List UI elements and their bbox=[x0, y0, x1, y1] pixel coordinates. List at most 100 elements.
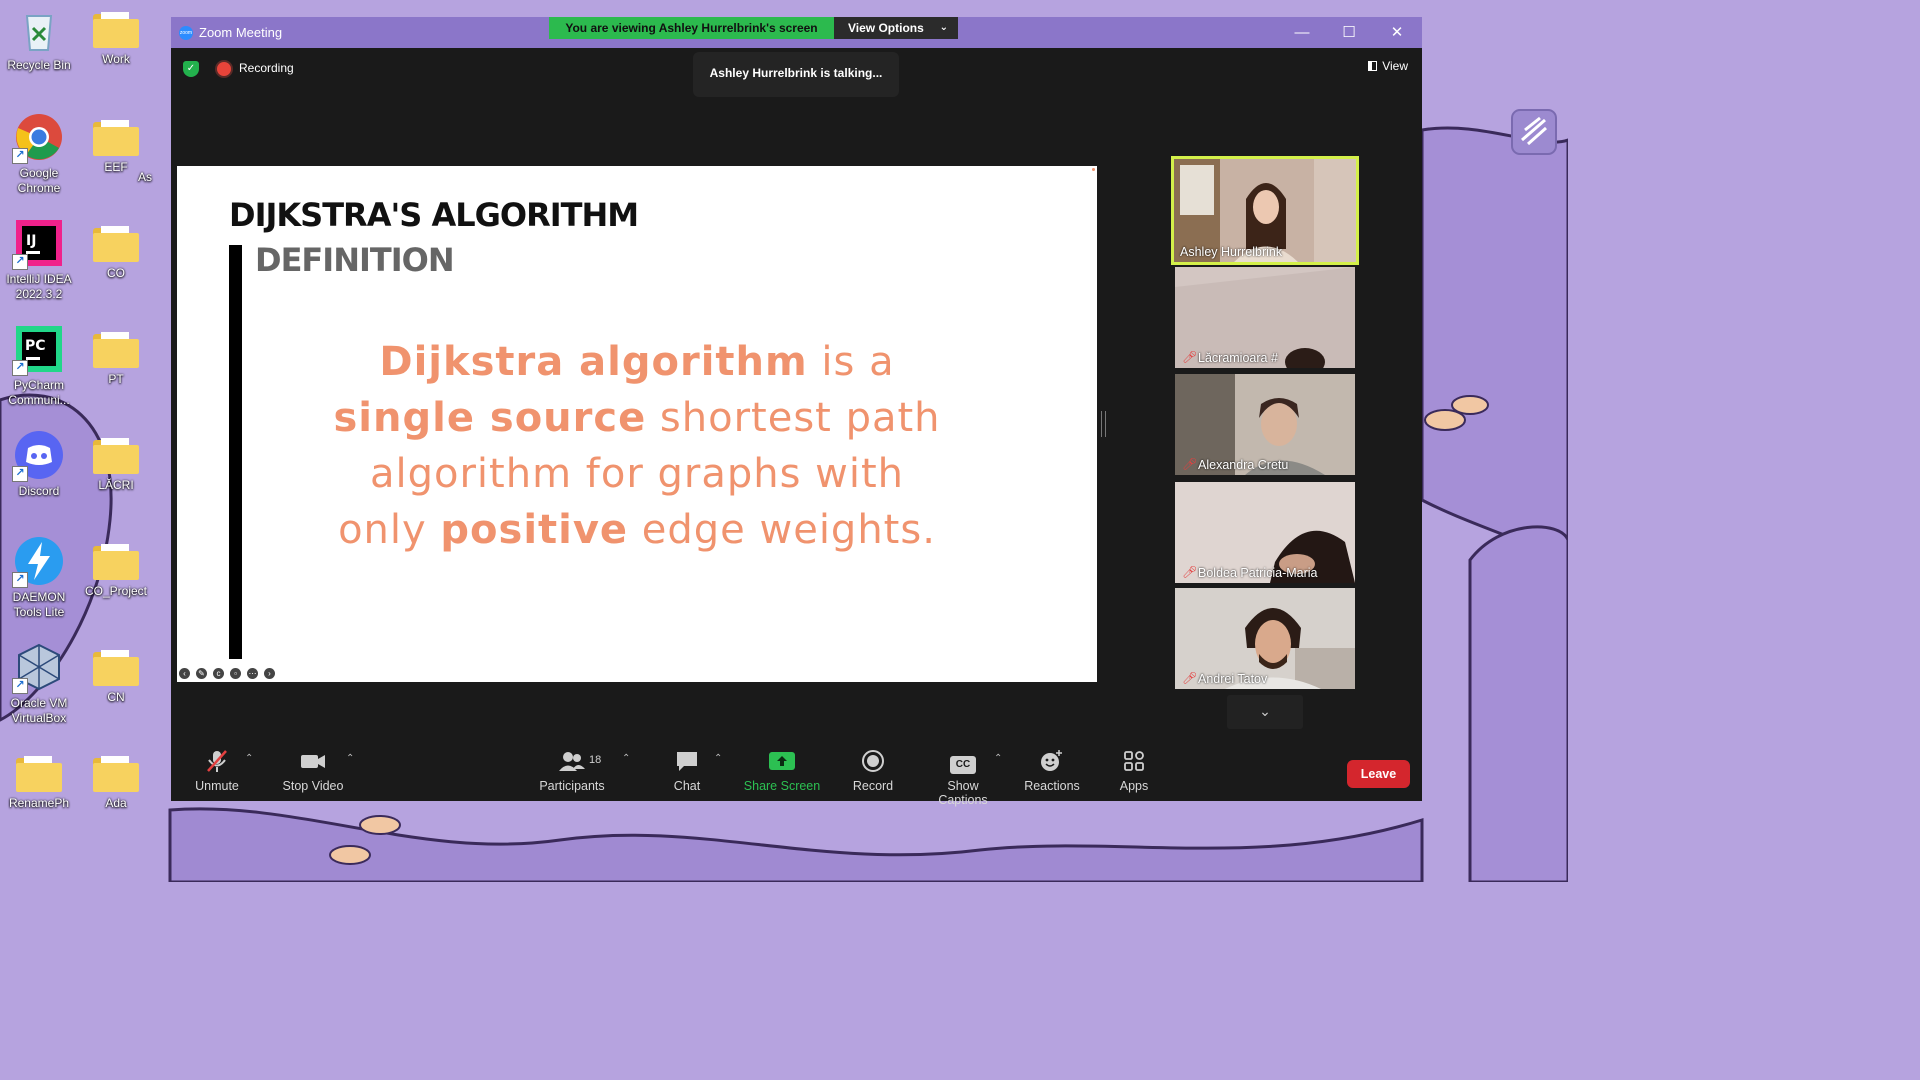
stop-video-button[interactable]: Stop Video bbox=[281, 749, 345, 793]
shortcut-arrow-icon: ↗ bbox=[12, 254, 28, 270]
desktop-icon-daemon-tools[interactable]: ↗ DAEMON Tools Lite bbox=[0, 536, 78, 620]
slide-emphasis: Dijkstra algorithm bbox=[379, 339, 808, 385]
chat-bubble-icon bbox=[667, 749, 707, 773]
video-off-icon[interactable]: ▫ bbox=[230, 668, 241, 679]
desktop-icon-label: Work bbox=[102, 52, 130, 66]
security-shield-icon[interactable]: ✓ bbox=[183, 61, 199, 77]
desktop-icon-pt[interactable]: PT bbox=[77, 324, 155, 387]
record-button[interactable]: Record bbox=[847, 749, 899, 793]
view-options-button[interactable]: View Options ⌄ bbox=[834, 17, 958, 39]
record-icon bbox=[847, 749, 899, 773]
desktop-icon-co[interactable]: CO bbox=[77, 218, 155, 281]
reactions-button[interactable]: Reactions bbox=[1023, 749, 1081, 793]
leave-button[interactable]: Leave bbox=[1347, 760, 1410, 788]
desktop-icon-label: PyCharm Communi... bbox=[8, 378, 70, 407]
shortcut-arrow-icon: ↗ bbox=[12, 466, 28, 482]
slide-marker bbox=[1092, 168, 1095, 171]
more-participants-chevron-down-icon[interactable]: ⌄ bbox=[1227, 695, 1303, 729]
folder-icon bbox=[93, 544, 139, 580]
desktop-icon-recycle-bin[interactable]: Recycle Bin bbox=[0, 4, 78, 73]
participant-name: Andrei Tatov bbox=[1198, 672, 1268, 686]
close-button[interactable]: ✕ bbox=[1387, 23, 1407, 43]
svg-text:IJ: IJ bbox=[26, 233, 36, 249]
screen-share-banner: You are viewing Ashley Hurrelbrink's scr… bbox=[549, 17, 958, 39]
mic-muted-icon: 🎤︎ bbox=[1182, 457, 1198, 471]
recycle-bin-icon bbox=[14, 4, 64, 54]
slide-emphasis: positive bbox=[440, 507, 629, 553]
shortcut-arrow-icon: ↗ bbox=[12, 360, 28, 376]
participants-button[interactable]: 18 Participants bbox=[537, 749, 607, 793]
folder-icon bbox=[93, 226, 139, 262]
participant-tile[interactable]: 🎤︎ Alexandra Cretu bbox=[1175, 374, 1355, 475]
slide-line-3: algorithm for graphs with bbox=[370, 451, 904, 497]
desktop-icon-label: RenamePh bbox=[8, 796, 70, 810]
desktop-icon-pycharm[interactable]: PC ↗ PyCharm Communi... bbox=[0, 324, 78, 408]
caret-up-icon: ⌃ bbox=[346, 753, 355, 764]
more-icon[interactable]: ⋯ bbox=[247, 668, 258, 679]
folder-icon bbox=[93, 332, 139, 368]
view-button[interactable]: View bbox=[1368, 59, 1408, 73]
folder-icon bbox=[93, 438, 139, 474]
desktop-icon-label: CO bbox=[107, 266, 125, 280]
cc-text: CC bbox=[950, 756, 976, 774]
desktop-icon-intellij[interactable]: IJ ↗ IntelliJ IDEA 2022.3.2 bbox=[0, 218, 78, 302]
participant-name: Lăcramioara # bbox=[1198, 351, 1278, 365]
slide-accent-bar bbox=[229, 245, 242, 659]
desktop-icon-co-project[interactable]: CO_Project bbox=[77, 536, 155, 599]
desktop-icon-label: IntelliJ IDEA 2022.3.2 bbox=[6, 272, 72, 301]
unmute-label: Unmute bbox=[195, 779, 239, 793]
share-screen-button[interactable]: Share Screen bbox=[741, 749, 823, 793]
participant-tile[interactable]: 🎤︎ Andrei Tatov bbox=[1175, 588, 1355, 689]
participant-name: Boldea Patricia-Maria bbox=[1198, 566, 1318, 580]
previous-slide-icon[interactable]: ‹ bbox=[179, 668, 190, 679]
desktop-icon-lacri[interactable]: LĂCRI bbox=[77, 430, 155, 493]
folder-icon bbox=[93, 120, 139, 156]
share-screen-icon bbox=[741, 749, 823, 773]
participant-tile[interactable]: 🎤︎ Boldea Patricia-Maria bbox=[1175, 482, 1355, 583]
desktop-icon-virtualbox[interactable]: ↗ Oracle VM VirtualBox bbox=[0, 642, 78, 726]
slide-title: DIJKSTRA'S ALGORITHM bbox=[229, 196, 639, 234]
caret-up-icon: ⌃ bbox=[714, 753, 723, 764]
share-screen-label: Share Screen bbox=[743, 779, 821, 793]
daemon-tools-icon: ↗ bbox=[12, 536, 64, 588]
desktop-icon-cn[interactable]: CN bbox=[77, 642, 155, 705]
captions-icon[interactable]: c bbox=[213, 668, 224, 679]
chat-button[interactable]: Chat bbox=[667, 749, 707, 793]
microphone-muted-icon bbox=[191, 749, 243, 773]
pen-icon[interactable]: ✎ bbox=[196, 668, 207, 679]
apps-label: Apps bbox=[1119, 779, 1149, 793]
desktop-icon-label: Discord bbox=[18, 484, 60, 498]
mic-muted-icon: 🎤︎ bbox=[1182, 350, 1198, 364]
zoom-meeting-window: zoom Zoom Meeting — ☐ ✕ You are viewing … bbox=[171, 17, 1422, 807]
participant-tile-active-speaker[interactable]: Ashley Hurrelbrink bbox=[1171, 156, 1359, 265]
smiley-add-icon bbox=[1023, 749, 1081, 773]
slide-line-1: Dijkstra algorithm is a bbox=[297, 334, 977, 390]
viewing-screen-label: You are viewing Ashley Hurrelbrink's scr… bbox=[549, 17, 834, 39]
minimize-button[interactable]: — bbox=[1292, 23, 1312, 43]
desktop-icon-renameph[interactable]: RenamePh bbox=[0, 748, 78, 811]
folder-icon bbox=[93, 12, 139, 48]
virtualbox-icon: ↗ bbox=[12, 642, 64, 694]
next-slide-icon[interactable]: › bbox=[264, 668, 275, 679]
desktop-icon-ada[interactable]: Ada bbox=[77, 748, 155, 811]
chrome-icon: ↗ bbox=[12, 112, 64, 164]
panel-resize-handle[interactable] bbox=[1101, 411, 1106, 437]
shortcut-arrow-icon: ↗ bbox=[12, 678, 28, 694]
desktop-icon-label: Recycle Bin bbox=[7, 58, 71, 72]
meeting-toolbar: Unmute ⌃ Stop Video ⌃ 18 Participants ⌃ … bbox=[171, 737, 1422, 807]
desktop-icon-work[interactable]: Work bbox=[77, 4, 155, 67]
apps-button[interactable]: Apps bbox=[1115, 749, 1153, 793]
shortcut-arrow-icon: ↗ bbox=[12, 572, 28, 588]
intellij-icon: IJ ↗ bbox=[12, 218, 64, 270]
desktop-icon-label: DAEMON Tools Lite bbox=[12, 590, 66, 619]
folder-icon bbox=[93, 756, 139, 792]
participant-tile[interactable]: 🎤︎ Lăcramioara # bbox=[1175, 267, 1355, 368]
desktop-icon-google-chrome[interactable]: ↗ Google Chrome bbox=[0, 112, 78, 196]
desktop-icon-discord[interactable]: ↗ Discord bbox=[0, 430, 78, 499]
slide-controls: ‹ ✎ c ▫ ⋯ › bbox=[179, 668, 281, 680]
recording-icon[interactable] bbox=[217, 62, 231, 76]
participant-name: Alexandra Cretu bbox=[1198, 458, 1289, 472]
unmute-button[interactable]: Unmute bbox=[191, 749, 243, 793]
maximize-button[interactable]: ☐ bbox=[1339, 23, 1359, 43]
show-captions-button[interactable]: CC Show Captions bbox=[921, 749, 1005, 807]
